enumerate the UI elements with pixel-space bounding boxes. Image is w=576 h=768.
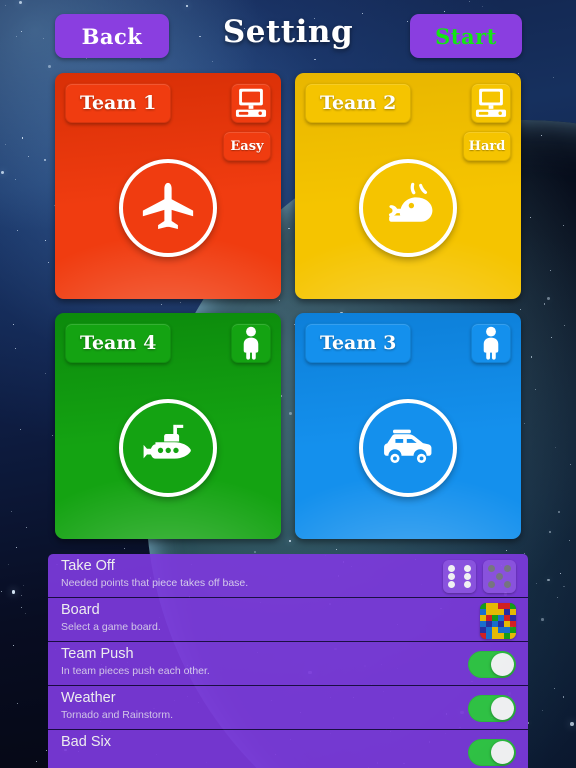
team-emblem-submarine[interactable] bbox=[119, 399, 217, 497]
dice-option-five[interactable] bbox=[483, 560, 516, 593]
setting-subtitle: Needed points that piece takes off base. bbox=[61, 577, 249, 589]
dice-pip bbox=[488, 565, 495, 572]
start-button-label: Start bbox=[435, 23, 497, 49]
team-emblem-car[interactable] bbox=[359, 399, 457, 497]
dice-pip bbox=[504, 565, 511, 572]
team-name-button[interactable]: Team 4 bbox=[65, 323, 172, 363]
team-card-team-1[interactable]: Team 1 Easy bbox=[55, 73, 281, 299]
submarine-icon bbox=[143, 424, 191, 459]
dice-pip bbox=[464, 565, 471, 572]
setting-row-board[interactable]: Board Select a game board. bbox=[48, 598, 528, 642]
setting-subtitle: Tornado and Rainstorm. bbox=[61, 709, 174, 721]
toggle-weather[interactable] bbox=[468, 695, 516, 722]
team-emblem-whale[interactable] bbox=[359, 159, 457, 257]
player-type-button-human[interactable] bbox=[231, 323, 271, 363]
dice-pip bbox=[448, 565, 455, 572]
setting-row-take-off[interactable]: Take Off Needed points that piece takes … bbox=[48, 554, 528, 598]
team-card-team-2[interactable]: Team 2 Hard bbox=[295, 73, 521, 299]
setting-subtitle: In team pieces push each other. bbox=[61, 665, 210, 677]
setting-row-bad-six[interactable]: Bad Six bbox=[48, 730, 528, 768]
car-icon bbox=[384, 429, 432, 463]
toggle-team-push[interactable] bbox=[468, 651, 516, 678]
toggle-knob bbox=[491, 741, 514, 764]
team-name-button[interactable]: Team 2 bbox=[305, 83, 412, 123]
difficulty-button[interactable]: Hard bbox=[463, 131, 511, 161]
team-card-team-3[interactable]: Team 3 bbox=[295, 313, 521, 539]
header-bar: Back Setting Start bbox=[0, 0, 576, 70]
person-icon bbox=[243, 326, 259, 360]
settings-list[interactable]: Take Off Needed points that piece takes … bbox=[48, 554, 528, 768]
dice-pip bbox=[464, 581, 471, 588]
toggle-knob bbox=[491, 653, 514, 676]
dice-pip bbox=[464, 573, 471, 580]
airplane-icon bbox=[142, 182, 194, 230]
team-name-label: Team 2 bbox=[320, 92, 397, 114]
setting-title: Board bbox=[61, 602, 100, 618]
team-name-label: Team 1 bbox=[80, 92, 157, 114]
setting-row-team-push[interactable]: Team Push In team pieces push each other… bbox=[48, 642, 528, 686]
difficulty-label: Easy bbox=[230, 138, 264, 154]
setting-title: Team Push bbox=[61, 646, 134, 662]
setting-row-weather[interactable]: Weather Tornado and Rainstorm. bbox=[48, 686, 528, 730]
player-type-button-computer[interactable] bbox=[231, 83, 271, 123]
dice-pip bbox=[448, 581, 455, 588]
toggle-knob bbox=[491, 697, 514, 720]
dice-pip bbox=[504, 581, 511, 588]
setting-title: Weather bbox=[61, 690, 116, 706]
difficulty-label: Hard bbox=[468, 138, 506, 154]
dice-option-six-selected[interactable] bbox=[443, 560, 476, 593]
board-thumbnail-button[interactable] bbox=[480, 603, 516, 639]
player-type-button-human[interactable] bbox=[471, 323, 511, 363]
computer-icon bbox=[475, 88, 507, 117]
team-card-team-4[interactable]: Team 4 bbox=[55, 313, 281, 539]
setting-title: Take Off bbox=[61, 558, 115, 574]
team-emblem-airplane[interactable] bbox=[119, 159, 217, 257]
computer-icon bbox=[235, 88, 267, 117]
toggle-bad-six[interactable] bbox=[468, 739, 516, 766]
team-name-button[interactable]: Team 1 bbox=[65, 83, 172, 123]
whale-icon bbox=[388, 182, 433, 222]
difficulty-button[interactable]: Easy bbox=[223, 131, 271, 161]
setting-title: Bad Six bbox=[61, 734, 111, 750]
setting-subtitle: Select a game board. bbox=[61, 621, 161, 633]
start-button[interactable]: Start bbox=[410, 14, 522, 58]
dice-pip bbox=[496, 573, 503, 580]
person-icon bbox=[483, 326, 499, 360]
team-name-label: Team 3 bbox=[320, 332, 397, 354]
player-type-button-computer[interactable] bbox=[471, 83, 511, 123]
team-name-label: Team 4 bbox=[80, 332, 157, 354]
dice-pip bbox=[488, 581, 495, 588]
setting-screen: Back Setting Start Team 1 Easy Team 2 Ha… bbox=[0, 0, 576, 768]
team-name-button[interactable]: Team 3 bbox=[305, 323, 412, 363]
dice-pip bbox=[448, 573, 455, 580]
